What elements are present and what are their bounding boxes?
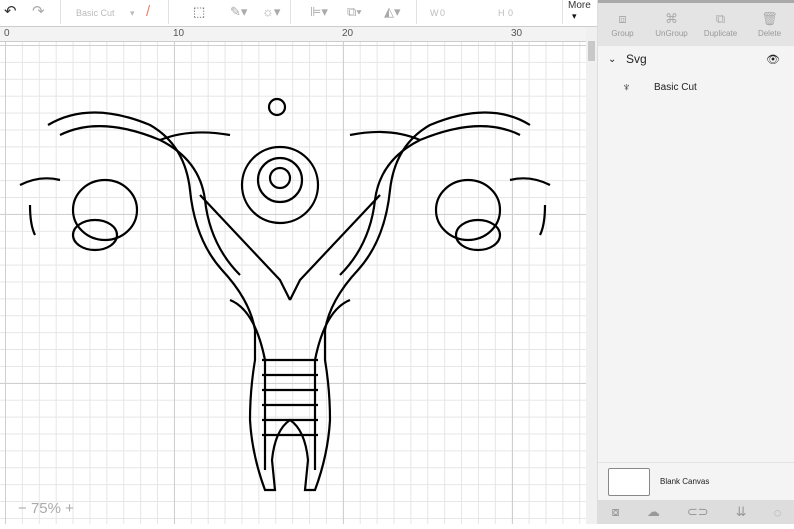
duplicate-button[interactable]: ⧉ Duplicate — [696, 3, 745, 46]
layer-group-name: Svg — [626, 52, 647, 66]
width-label: W — [430, 8, 439, 18]
arrange-icon[interactable]: ⧉▾ — [347, 4, 362, 20]
layer-thumbnail-icon: ♆ — [622, 80, 631, 94]
select-all-icon[interactable]: ⬚ — [193, 4, 205, 20]
delete-button[interactable]: 🗑 Delete — [745, 3, 794, 46]
height-label: H — [498, 8, 505, 18]
group-label: Group — [611, 29, 634, 38]
flip-icon[interactable]: ◭▾ — [384, 4, 401, 20]
more-button[interactable]: More — [568, 1, 591, 11]
attach-icon[interactable]: ⊂⊃ — [687, 504, 709, 520]
caret-down-icon: ▾ — [572, 11, 577, 21]
layer-item[interactable]: ♆ Basic Cut — [598, 72, 794, 102]
layer-item-name: Basic Cut — [654, 81, 697, 93]
operation-select[interactable]: Basic Cut — [76, 8, 115, 18]
undo-button[interactable]: ↶ — [4, 2, 17, 20]
zoom-in-button[interactable]: + — [65, 500, 74, 517]
redo-button[interactable]: ↷ — [32, 2, 45, 20]
canvas-setting[interactable]: Blank Canvas — [598, 462, 794, 500]
toolbar: ↶ ↷ Basic Cut ▾ / ⬚ ✎▾ ☼▾ ⊫▾ ⧉▾ ◭▾ W 0 H… — [0, 0, 597, 27]
zoom-control: − 75% + — [18, 500, 74, 517]
offset-icon[interactable]: ☼▾ — [262, 4, 280, 20]
ungroup-button[interactable]: ⌘ UnGroup — [647, 3, 696, 46]
vertical-scrollbar[interactable] — [586, 27, 597, 524]
ungroup-label: UnGroup — [655, 29, 688, 38]
design-canvas[interactable] — [0, 42, 586, 524]
delete-label: Delete — [757, 29, 782, 38]
ruler-tick: 30 — [511, 28, 523, 39]
chevron-down-icon: ▾ — [130, 8, 135, 18]
combine-icon[interactable]: ☁ — [647, 504, 660, 520]
panel-bottom-actions: ⧇ ☁ ⊂⊃ ⇊ ◌ — [598, 500, 794, 524]
height-input[interactable]: 0 — [508, 8, 553, 18]
zoom-level: 75% — [30, 500, 61, 517]
group-button[interactable]: ⧈ Group — [598, 3, 647, 46]
align-icon[interactable]: ⊫▾ — [310, 4, 328, 20]
duplicate-icon: ⧉ — [715, 11, 726, 26]
layers-panel: ⧈ Group ⌘ UnGroup ⧉ Duplicate 🗑 Delete ⌄ Svg… — [597, 0, 794, 524]
uterus-floral-design[interactable] — [0, 42, 586, 524]
scrollbar-thumb[interactable] — [588, 41, 595, 61]
width-input[interactable]: 0 — [440, 8, 485, 18]
flatten-icon[interactable]: ⇊ — [736, 504, 747, 520]
canvas-label: Blank Canvas — [660, 477, 710, 486]
pen-color-icon[interactable]: / — [146, 3, 150, 20]
layer-actions: ⧈ Group ⌘ UnGroup ⧉ Duplicate 🗑 Delete — [598, 0, 794, 46]
duplicate-label: Duplicate — [703, 29, 738, 38]
delete-icon: 🗑 — [761, 11, 778, 26]
ruler-tick: 10 — [173, 28, 185, 39]
contour-icon[interactable]: ◌ — [774, 505, 782, 520]
canvas-swatch[interactable] — [608, 467, 650, 496]
edit-icon[interactable]: ✎▾ — [230, 4, 247, 20]
zoom-out-button[interactable]: − — [18, 500, 27, 517]
ungroup-icon: ⌘ — [665, 11, 678, 26]
group-icon: ⧈ — [618, 11, 627, 26]
ruler-tick: 20 — [342, 28, 354, 39]
horizontal-ruler: 0 10 20 30 — [0, 27, 586, 42]
slice-icon[interactable]: ⧇ — [612, 504, 620, 520]
layer-group-svg[interactable]: ⌄ Svg 👁 — [598, 46, 794, 72]
ruler-tick: 0 — [4, 28, 10, 39]
eye-icon[interactable]: 👁 — [766, 53, 780, 66]
chevron-down-icon[interactable]: ⌄ — [608, 54, 626, 65]
